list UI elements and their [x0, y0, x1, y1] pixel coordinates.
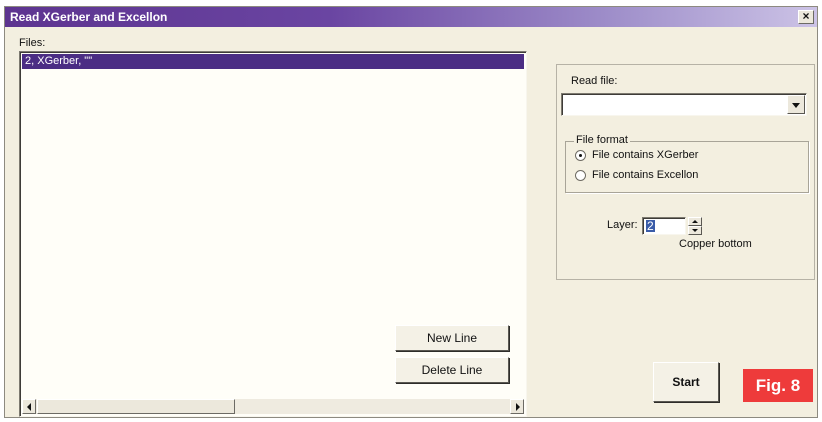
layer-increment-button[interactable] — [688, 217, 702, 226]
radio-xgerber[interactable] — [575, 150, 586, 161]
read-file-label: Read file: — [571, 75, 618, 87]
layer-spin-buttons — [688, 217, 702, 235]
horizontal-scrollbar[interactable] — [22, 399, 524, 414]
start-button[interactable]: Start — [653, 362, 719, 402]
file-format-group: File format File contains XGerber File c… — [565, 134, 809, 193]
arrow-right-icon — [516, 403, 520, 411]
arrow-left-icon — [27, 403, 31, 411]
figure-badge: Fig. 8 — [743, 369, 813, 402]
radio-xgerber-label[interactable]: File contains XGerber — [592, 149, 698, 161]
read-file-combobox[interactable] — [561, 93, 807, 116]
new-line-button[interactable]: New Line — [395, 325, 509, 351]
files-label: Files: — [19, 37, 46, 49]
scrollbar-thumb[interactable] — [37, 399, 235, 414]
radio-excellon[interactable] — [575, 170, 586, 181]
scroll-right-button[interactable] — [510, 399, 524, 414]
chevron-down-icon — [792, 103, 800, 108]
title-bar[interactable]: Read XGerber and Excellon × — [5, 7, 817, 27]
read-file-dropdown-button[interactable] — [787, 95, 805, 114]
close-icon[interactable]: × — [798, 10, 814, 24]
list-item[interactable]: 2, XGerber, "" — [22, 54, 524, 69]
file-format-legend: File format — [574, 134, 630, 146]
delete-line-button[interactable]: Delete Line — [395, 357, 509, 383]
scroll-left-button[interactable] — [22, 399, 36, 414]
layer-label: Layer: — [607, 219, 638, 231]
layer-value: 2 — [646, 219, 655, 233]
window-title: Read XGerber and Excellon — [10, 10, 168, 24]
layer-decrement-button[interactable] — [688, 226, 702, 235]
dialog-window: Read XGerber and Excellon × Files: 2, XG… — [4, 6, 818, 418]
arrow-up-icon — [692, 220, 698, 223]
arrow-down-icon — [692, 229, 698, 232]
layer-spin-input[interactable]: 2 — [642, 217, 686, 235]
radio-selected-dot — [579, 154, 582, 157]
radio-excellon-label[interactable]: File contains Excellon — [592, 169, 698, 181]
layer-name: Copper bottom — [679, 238, 752, 250]
